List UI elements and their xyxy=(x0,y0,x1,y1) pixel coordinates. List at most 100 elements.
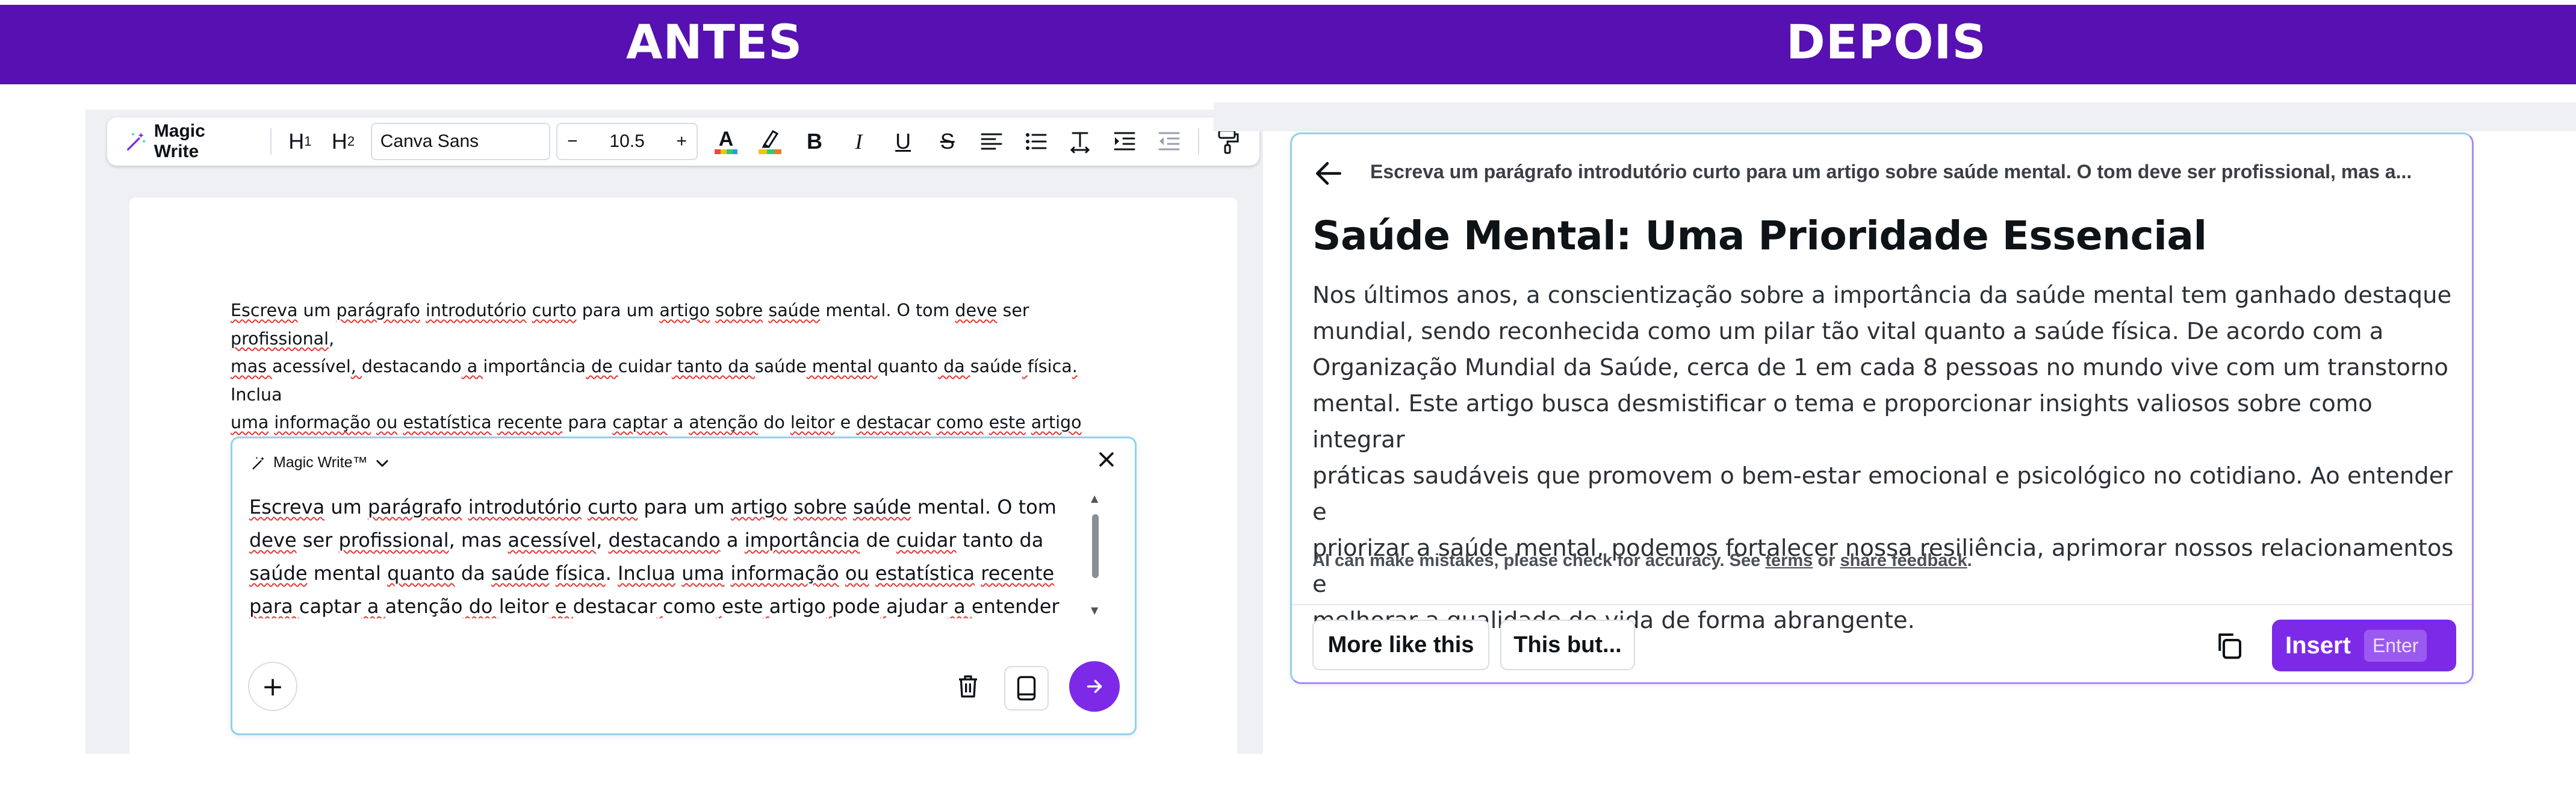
text-segment: de xyxy=(860,529,896,552)
text-segment: , mas xyxy=(448,529,508,552)
heading-1-button[interactable]: H1 xyxy=(279,123,322,160)
scroll-down-icon[interactable]: ▼ xyxy=(1091,605,1098,616)
spellcheck-word: mental xyxy=(806,356,878,376)
insert-button[interactable]: Insert Enter xyxy=(2272,620,2456,671)
spellcheck-word: estatística xyxy=(403,412,492,432)
text-segment: atenção xyxy=(385,595,463,618)
heading-2-button[interactable]: H2 xyxy=(321,123,365,160)
spellcheck-word: importância xyxy=(744,529,860,552)
before-label: ANTES xyxy=(626,16,803,70)
delete-button[interactable] xyxy=(955,673,981,700)
highlighter-icon xyxy=(759,129,782,154)
spellcheck-word: leitor xyxy=(790,412,835,432)
spellcheck-word: uma xyxy=(681,562,725,585)
indent-icon xyxy=(1114,132,1135,151)
spellcheck-word: parágrafo xyxy=(336,300,420,320)
increase-size-button[interactable]: + xyxy=(676,131,687,152)
disclaimer-or: or xyxy=(1813,551,1840,570)
text-segment: para um xyxy=(576,300,660,320)
text-segment: a xyxy=(667,412,689,432)
right-canvas-strip xyxy=(1214,102,2576,131)
text-color-button[interactable]: A xyxy=(704,123,748,160)
terms-link[interactable]: terms xyxy=(1765,551,1813,570)
italic-button[interactable]: I xyxy=(837,123,881,160)
list-button[interactable] xyxy=(1014,123,1058,160)
spellcheck-word: uma xyxy=(231,412,269,432)
prompt-summary: Escreva um parágrafo introdutório curto … xyxy=(1370,161,2412,182)
spellcheck-word: mas xyxy=(231,356,273,376)
bold-button[interactable]: B xyxy=(792,123,837,160)
spellcheck-word: profissional xyxy=(231,328,329,349)
h2-letter: H xyxy=(331,129,347,154)
bold-label: B xyxy=(806,129,822,154)
spellcheck-word: acessível xyxy=(507,529,597,552)
text-segment: destacar xyxy=(573,595,657,618)
decrease-size-button[interactable]: − xyxy=(567,131,578,152)
text-segment: do xyxy=(758,412,790,432)
text-segment: , xyxy=(596,529,609,552)
spellcheck-word: a xyxy=(947,595,972,618)
scrollbar-thumb[interactable] xyxy=(1092,514,1099,578)
scroll-up-icon[interactable]: ▲ xyxy=(1091,493,1098,504)
spellcheck-word: informação xyxy=(274,412,371,432)
result-body-line: Nos últimos anos, a conscientização sobr… xyxy=(1312,282,2452,309)
arrow-left-icon xyxy=(1315,162,1342,185)
text-segment xyxy=(420,300,426,320)
add-button[interactable]: + xyxy=(248,662,297,711)
highlight-color-button[interactable] xyxy=(748,123,793,160)
font-size-stepper[interactable]: − 10.5 + xyxy=(556,123,698,160)
text-segment: , xyxy=(329,328,335,349)
spellcheck-word: tanto da xyxy=(671,356,755,376)
length-button[interactable] xyxy=(1004,666,1049,711)
share-feedback-link[interactable]: share feedback xyxy=(1840,551,1967,570)
italic-label: I xyxy=(855,129,863,154)
this-but-button[interactable]: This but... xyxy=(1500,620,1635,670)
prompt-scrollbar[interactable]: ▲ ▼ xyxy=(1088,493,1102,619)
copy-button[interactable] xyxy=(2213,629,2245,662)
spellcheck-word: a xyxy=(361,595,385,618)
text-color-icon: A xyxy=(714,128,737,154)
tablet-icon xyxy=(1017,676,1036,701)
spellcheck-word: captar xyxy=(612,412,668,432)
align-button[interactable] xyxy=(970,123,1014,160)
spellcheck-word: de xyxy=(586,356,618,376)
more-like-this-button[interactable]: More like this xyxy=(1312,620,1489,670)
text-segment xyxy=(675,562,681,585)
magic-write-label: Magic Write xyxy=(154,121,205,161)
spellcheck-word: , xyxy=(350,356,362,376)
spellcheck-word: do xyxy=(462,595,499,618)
magic-write-button[interactable]: Magic Write xyxy=(116,121,263,161)
spellcheck-word xyxy=(826,595,832,618)
spellcheck-word: sobre xyxy=(715,300,763,320)
strikethrough-button[interactable]: S xyxy=(925,123,970,160)
generate-button[interactable] xyxy=(1069,661,1120,712)
magic-write-header[interactable]: Magic Write™ xyxy=(250,454,391,471)
back-button[interactable] xyxy=(1314,160,1344,187)
text-segment: e xyxy=(834,412,857,432)
comparison-banner: ANTES DEPOIS xyxy=(0,5,2576,84)
text-segment xyxy=(984,412,989,432)
font-size-value[interactable]: 10.5 xyxy=(609,131,644,152)
indent-button[interactable] xyxy=(1102,123,1147,160)
spacing-button[interactable] xyxy=(1058,123,1103,160)
close-button[interactable] xyxy=(1096,448,1117,476)
spellcheck-word: artigo xyxy=(730,496,787,518)
strikethrough-label: S xyxy=(940,129,955,154)
text-segment: para um xyxy=(638,496,731,518)
font-family-select[interactable]: Canva Sans xyxy=(370,123,551,160)
spellcheck-word xyxy=(880,595,886,618)
text-segment: a xyxy=(720,529,745,552)
spellcheck-word: artigo xyxy=(1031,412,1082,432)
text-segment: mental. O tom xyxy=(911,496,1057,518)
spellcheck-word: este xyxy=(989,412,1026,432)
spellcheck-word: saúde xyxy=(852,496,911,518)
spellcheck-word: introdutório xyxy=(425,300,527,320)
underline-button[interactable]: U xyxy=(881,123,925,160)
outdent-button[interactable] xyxy=(1147,123,1191,160)
disclaimer-text: AI can make mistakes, please check for a… xyxy=(1312,551,1766,570)
text-segment xyxy=(839,562,845,585)
spellcheck-word: recente xyxy=(497,412,563,432)
prompt-input[interactable]: Escreva um parágrafo introdutório curto … xyxy=(249,491,1068,618)
spellcheck-word: informação xyxy=(730,562,839,585)
spellcheck-word: quanto xyxy=(387,562,455,585)
